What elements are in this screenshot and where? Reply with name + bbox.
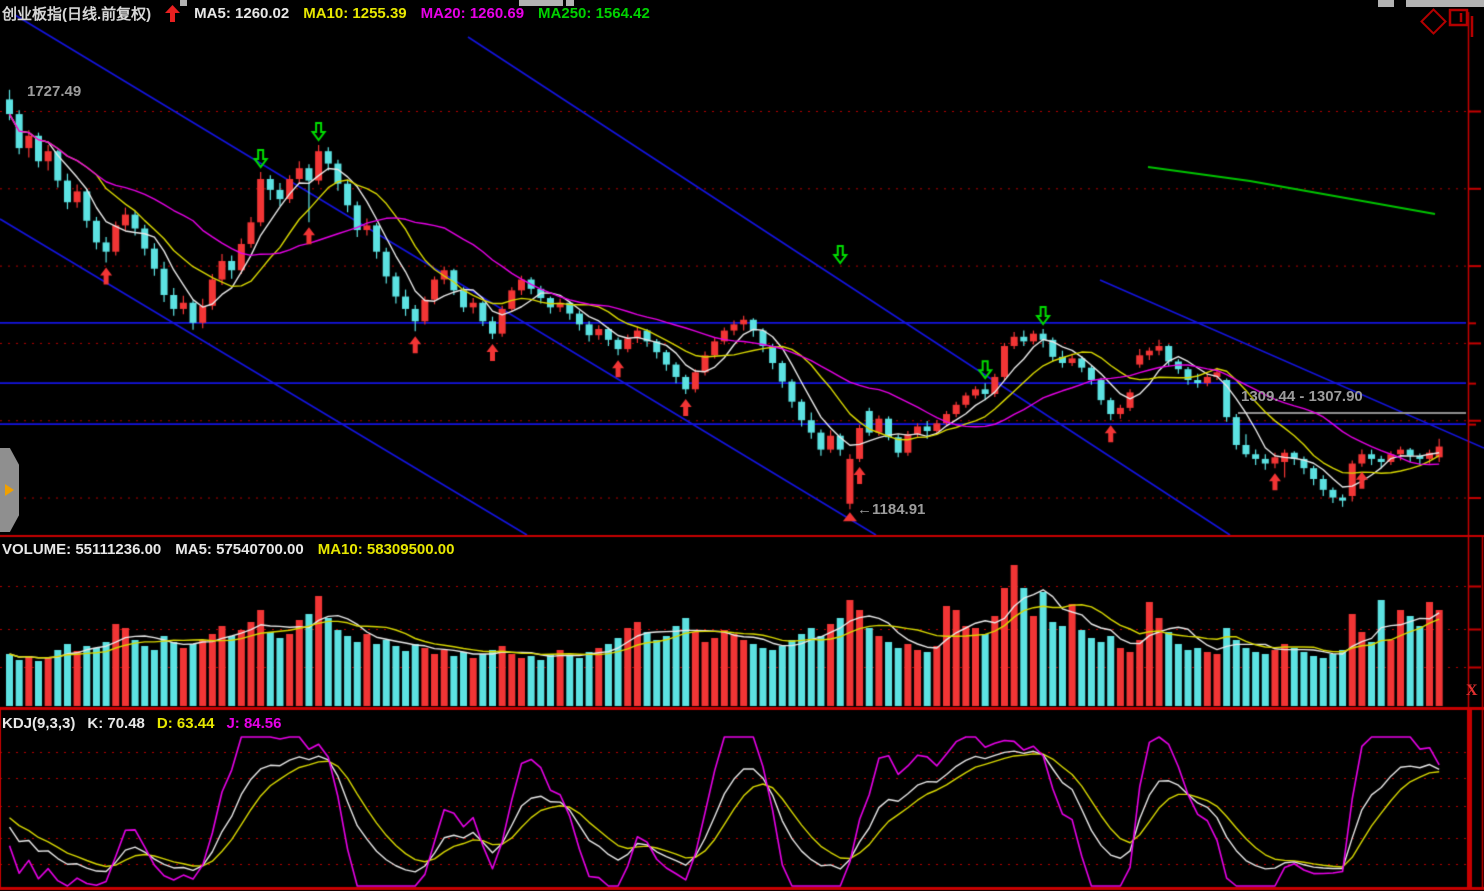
titlebar-remnant (1378, 0, 1394, 7)
sidebar-expand-handle[interactable] (0, 448, 19, 532)
chart-canvas[interactable] (0, 0, 1484, 891)
titlebar-remnant (1406, 0, 1484, 7)
close-icon[interactable]: X (1466, 683, 1478, 699)
trading-app-window: 创业板指(日线.前复权) MA5: 1260.02 MA10: 1255.39 … (0, 0, 1484, 891)
titlebar-remnant (566, 0, 574, 6)
expand-arrow-icon (5, 484, 14, 496)
window-icon[interactable] (1448, 8, 1478, 43)
titlebar-remnant (180, 0, 187, 6)
titlebar-remnant (519, 0, 563, 6)
